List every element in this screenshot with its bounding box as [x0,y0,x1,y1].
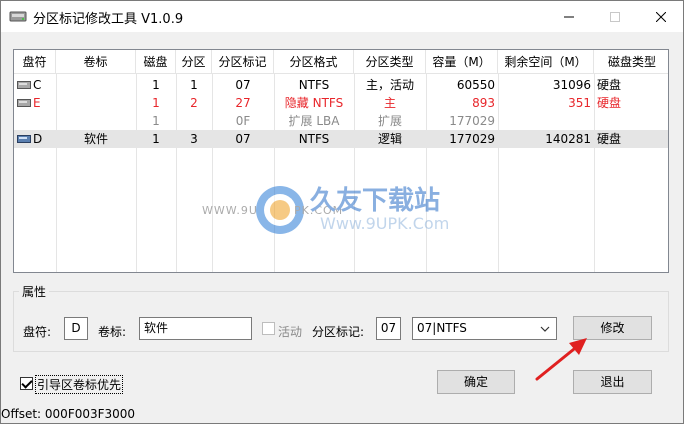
col-header-part[interactable]: 分区 [176,50,212,74]
cell-drive: E [14,94,56,112]
network-drive-icon [17,134,31,143]
status-bar: Offset: 000F003F3000 [1,405,683,423]
watermark-logo-icon [256,186,304,234]
close-button[interactable] [638,1,684,32]
cell-type: 主 [383,96,396,110]
cell-capacity: 177029 [449,132,495,146]
cell-disk: 1 [152,114,160,128]
cell-disk-type: 硬盘 [597,132,622,146]
status-offset: Offset: 000F003F3000 [1,407,136,421]
cell-label: 软件 [83,132,108,146]
cell-part [176,112,212,130]
table-row[interactable]: E 1 2 27 隐藏 NTFS 主 893 351 硬盘 [14,94,668,112]
minimize-button[interactable] [546,1,592,32]
drive-field-label: 盘符: [23,325,52,339]
boot-priority-label: 引导区卷标优先 [34,375,124,394]
table-row[interactable]: 1 0F 扩展 LBA 扩展 177029 [14,112,668,130]
cell-format: 隐藏 NTFS [284,96,344,110]
col-header-type[interactable]: 分区类型 [354,50,426,74]
cell-mark: 0F [235,114,251,128]
boot-priority-checkbox[interactable] [20,377,33,390]
cell-capacity: 893 [472,96,495,110]
partition-list[interactable]: 盘符 卷标 磁盘 分区 分区标记 分区格式 分区类型 容量（M） 剩余空间（M）… [13,49,669,273]
cell-capacity: 177029 [449,114,495,128]
drive-letter: D [33,132,43,146]
watermark-url-left: WWW.9U [202,204,258,217]
cell-capacity: 60550 [456,78,495,92]
hard-drive-icon [17,80,31,89]
mark-field-label: 分区标记: [312,325,365,339]
active-checkbox-label: 活动 [278,325,303,339]
cell-disk: 1 [152,96,160,110]
col-header-format[interactable]: 分区格式 [274,50,354,74]
partition-list-header: 盘符 卷标 磁盘 分区 分区标记 分区格式 分区类型 容量（M） 剩余空间（M）… [14,50,668,74]
cell-free [498,112,594,130]
cell-free: 31096 [552,78,591,92]
watermark-brand: 久友下载站 [310,186,441,216]
col-header-capacity[interactable]: 容量（M） [426,50,498,74]
cell-disk: 1 [152,78,160,92]
cell-mark: 07 [235,78,251,92]
col-header-free[interactable]: 剩余空间（M） [498,50,594,74]
title-bar: 分区标记修改工具 V1.0.9 [1,1,683,32]
cell-mark: 27 [235,96,251,110]
cell-format: 扩展 LBA [288,114,340,128]
cell-free: 140281 [545,132,591,146]
cell-mark: 07 [235,132,251,146]
watermark-url-right: PK.COM [294,204,344,217]
cell-free: 351 [568,96,591,110]
properties-group-label: 属性 [19,283,50,300]
volume-field-label: 卷标: [98,325,127,339]
col-header-drive[interactable]: 盘符 [14,50,56,74]
maximize-icon [610,11,620,22]
active-checkbox[interactable] [262,322,275,335]
cell-drive [14,112,56,130]
cell-drive: D [14,130,56,148]
close-icon [656,11,666,22]
cell-part: 1 [190,78,198,92]
ok-button[interactable]: 确定 [437,370,515,394]
watermark: WWW.9U PK.COM 久友下载站 Www.9UPK.Com [202,178,482,248]
cell-drive: C [14,76,56,94]
mark-input[interactable]: 07 [376,317,401,340]
col-header-mark[interactable]: 分区标记 [212,50,274,74]
disk-tool-icon [9,11,27,22]
cell-disk: 1 [152,132,160,146]
table-row-selected[interactable]: D 软件 1 3 07 NTFS 逻辑 177029 140281 硬盘 [14,130,668,148]
watermark-url-big: Www.9UPK.Com [320,214,450,233]
col-header-disk-type[interactable]: 磁盘类型 [594,50,668,74]
cell-type: 扩展 [377,114,402,128]
mark-select-value: 07|NTFS [417,321,467,335]
annotation-arrow-icon [535,338,587,381]
cell-label [56,112,136,130]
drive-letter: E [33,96,41,110]
window-title: 分区标记修改工具 V1.0.9 [33,12,184,27]
cell-format: NTFS [298,78,330,92]
col-header-disk[interactable]: 磁盘 [136,50,176,74]
table-row[interactable]: C 1 1 07 NTFS 主，活动 60550 31096 硬盘 [14,76,668,94]
cell-disk-type [594,112,668,130]
drive-letter: C [33,78,42,92]
col-header-label[interactable]: 卷标 [56,50,136,74]
cell-type: 主，活动 [365,78,414,92]
volume-input[interactable]: 软件 [139,317,252,340]
minimize-icon [564,16,574,17]
drive-field[interactable]: D [64,317,88,340]
cell-label [56,94,136,112]
cell-disk-type: 硬盘 [597,78,622,92]
cell-label [56,76,136,94]
cell-part: 2 [190,96,198,110]
hidden-drive-icon [17,98,31,107]
cell-disk-type: 硬盘 [597,96,622,110]
cell-type: 逻辑 [377,132,402,146]
maximize-button[interactable] [592,1,638,32]
app-window: 分区标记修改工具 V1.0.9 盘符 卷标 磁盘 分区 分区标记 分区格式 分区… [0,0,684,424]
cell-part: 3 [190,132,198,146]
cell-format: NTFS [298,132,330,146]
